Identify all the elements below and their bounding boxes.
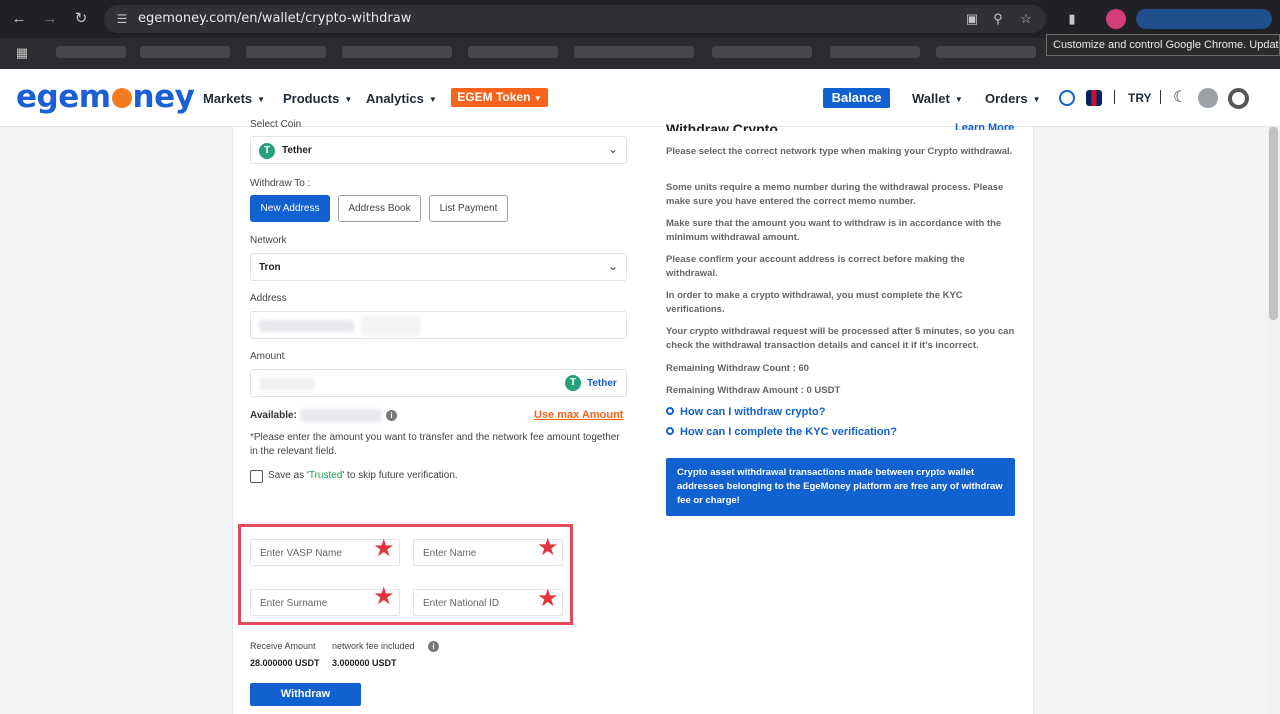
menu-orders[interactable]: Orders ▼ xyxy=(985,91,1041,106)
amount-input[interactable]: T Tether xyxy=(250,369,627,397)
tab-new-address[interactable]: New Address xyxy=(250,195,330,222)
profile-icon[interactable] xyxy=(1228,88,1249,109)
required-star-icon: ★ xyxy=(537,534,559,561)
withdraw-button[interactable]: Withdraw xyxy=(250,683,361,706)
receive-amount-label: Receive Amount xyxy=(250,641,316,651)
required-star-icon: ★ xyxy=(373,583,395,610)
network-fee-value: 3.000000 USDT xyxy=(332,658,397,668)
info-icon[interactable]: i xyxy=(428,641,439,652)
coin-select[interactable]: T Tether ⌄ xyxy=(250,136,627,164)
network-fee-label: network fee included xyxy=(332,641,415,651)
menu-products[interactable]: Products ▼ xyxy=(283,91,352,106)
zoom-icon[interactable]: ⚲ xyxy=(990,11,1006,27)
network-select[interactable]: Tron ⌄ xyxy=(250,253,627,281)
amount-label: Amount xyxy=(250,351,285,362)
separator xyxy=(1114,90,1115,104)
info-paragraph: Your crypto withdrawal request will be p… xyxy=(666,326,1015,351)
bullet-icon xyxy=(666,407,674,415)
bookmark-item[interactable] xyxy=(468,46,558,58)
bookmark-item[interactable] xyxy=(56,46,126,58)
info-icon[interactable]: i xyxy=(386,410,397,421)
redacted-available xyxy=(300,409,382,422)
site-settings-icon[interactable]: ☰ xyxy=(114,11,130,27)
free-withdraw-notice: Crypto asset withdrawal transactions mad… xyxy=(666,458,1015,516)
coin-value: Tether xyxy=(282,145,312,156)
select-coin-label: Select Coin xyxy=(250,119,302,127)
menu-analytics[interactable]: Analytics ▼ xyxy=(366,91,437,106)
info-paragraph: Some units require a memo number during … xyxy=(666,182,1004,207)
bookmark-item[interactable] xyxy=(342,46,452,58)
network-value: Tron xyxy=(259,262,281,273)
egemoney-logo[interactable]: egem ney xyxy=(16,79,195,115)
amount-note: *Please enter the amount you want to tra… xyxy=(250,432,620,457)
extension-pill[interactable] xyxy=(1136,9,1272,29)
separator xyxy=(1160,90,1161,104)
bookmark-item[interactable] xyxy=(936,46,1036,58)
forward-icon[interactable]: → xyxy=(40,9,60,29)
bullet-icon xyxy=(666,427,674,435)
national-id-placeholder: Enter National ID xyxy=(423,598,500,609)
bookmark-star-icon[interactable]: ☆ xyxy=(1018,11,1034,27)
learn-more-link[interactable]: Learn More xyxy=(955,118,1014,130)
surname-placeholder: Enter Surname xyxy=(260,598,328,609)
save-trusted-label: Save as 'Trusted' to skip future verific… xyxy=(268,470,458,481)
chrome-tooltip: Customize and control Google Chrome. Upd… xyxy=(1046,34,1280,56)
receive-amount-value: 28.000000 USDT xyxy=(250,658,320,668)
chevron-down-icon: ⌄ xyxy=(607,142,618,156)
redacted-address xyxy=(259,320,354,332)
address-label: Address xyxy=(250,293,287,304)
apps-grid-icon[interactable]: ▦ xyxy=(12,43,32,63)
info-paragraph: Please select the correct network type w… xyxy=(666,146,1013,157)
chevron-down-icon: ⌄ xyxy=(607,259,618,273)
required-star-icon: ★ xyxy=(373,535,395,562)
reload-icon[interactable]: ↻ xyxy=(71,9,91,29)
bookmark-item[interactable] xyxy=(712,46,812,58)
name-placeholder: Enter Name xyxy=(423,548,477,559)
withdraw-crypto-title: Withdraw Crypto xyxy=(666,121,778,131)
tether-icon: T xyxy=(259,143,275,159)
info-paragraph: In order to make a crypto withdrawal, yo… xyxy=(666,290,963,315)
address-input[interactable] xyxy=(250,311,627,339)
site-header: egem ney Markets ▼ Products ▼ Analytics ▼ EG… xyxy=(0,69,1280,127)
remaining-amount: Remaining Withdraw Amount : 0 USDT xyxy=(666,385,841,396)
available-label: Available: xyxy=(250,410,297,421)
network-label: Network xyxy=(250,235,287,246)
vasp-name-placeholder: Enter VASP Name xyxy=(260,548,342,559)
bookmark-item[interactable] xyxy=(246,46,326,58)
tab-list-payment[interactable]: List Payment xyxy=(429,195,508,222)
alarm-icon[interactable] xyxy=(1059,90,1075,106)
balance-button[interactable]: Balance xyxy=(823,88,890,108)
redacted-amount xyxy=(259,377,314,391)
profile-avatar[interactable] xyxy=(1106,9,1126,29)
bookmark-item[interactable] xyxy=(830,46,920,58)
dark-mode-icon[interactable]: ☾ xyxy=(1173,87,1187,107)
currency-selector[interactable]: TRY xyxy=(1128,91,1152,105)
withdraw-to-label: Withdraw To : xyxy=(250,178,311,189)
url-text: egemoney.com/en/wallet/crypto-withdraw xyxy=(138,11,412,26)
uk-flag-icon[interactable] xyxy=(1086,90,1102,106)
extensions-icon[interactable]: ▮ xyxy=(1064,11,1080,27)
bookmark-item[interactable] xyxy=(574,46,694,58)
user-avatar-icon[interactable] xyxy=(1198,88,1218,108)
info-paragraph: Please confirm your account address is c… xyxy=(666,254,965,279)
use-max-amount-link[interactable]: Use max Amount xyxy=(534,409,623,421)
back-icon[interactable]: ← xyxy=(9,9,29,29)
menu-markets[interactable]: Markets ▼ xyxy=(203,91,265,106)
faq-kyc-verification[interactable]: How can I complete the KYC verification? xyxy=(666,426,897,438)
faq-withdraw-crypto[interactable]: How can I withdraw crypto? xyxy=(666,406,825,418)
egem-token-button[interactable]: EGEM Token ▼ xyxy=(451,88,548,107)
info-paragraph: Make sure that the amount you want to wi… xyxy=(666,218,1002,243)
redacted-address xyxy=(361,316,421,336)
amount-unit: Tether xyxy=(587,378,617,389)
scroll-thumb[interactable] xyxy=(1269,127,1278,320)
save-trusted-checkbox[interactable] xyxy=(250,470,263,483)
address-bar[interactable]: ☰ egemoney.com/en/wallet/crypto-withdraw… xyxy=(104,5,1046,33)
tether-icon: T xyxy=(565,375,581,391)
remaining-count: Remaining Withdraw Count : 60 xyxy=(666,363,809,374)
required-star-icon: ★ xyxy=(537,585,559,612)
tab-address-book[interactable]: Address Book xyxy=(338,195,421,222)
bookmark-item[interactable] xyxy=(140,46,230,58)
install-app-icon[interactable]: ▣ xyxy=(964,11,980,27)
menu-wallet[interactable]: Wallet ▼ xyxy=(912,91,963,106)
